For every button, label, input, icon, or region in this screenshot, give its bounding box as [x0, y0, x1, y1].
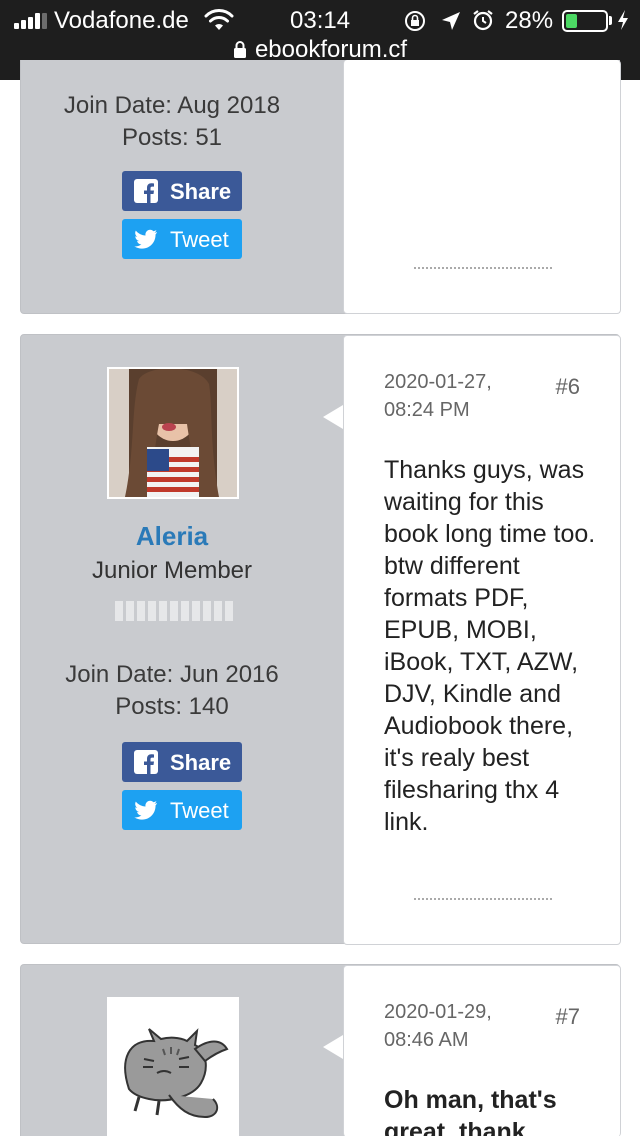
post-count: Posts: 51 [121, 124, 223, 151]
join-date: Join Date: Aug 2018 [63, 92, 281, 119]
facebook-icon [134, 179, 158, 203]
username-link[interactable]: Aleria [21, 521, 323, 552]
post-number-link[interactable]: #6 [556, 374, 580, 400]
facebook-share-button[interactable]: Share [122, 742, 242, 782]
user-avatar[interactable] [107, 367, 239, 499]
post-date: 2020-01-29, 08:46 AM [384, 998, 492, 1054]
post-date: 2020-01-27, 08:24 PM [384, 368, 492, 424]
battery-tip [609, 16, 612, 25]
battery-icon [562, 10, 608, 32]
wifi-icon [204, 9, 234, 30]
post-pointer-arrow [323, 1035, 343, 1059]
forum-post: 2020-01-29, 08:46 AM #7 Oh man, that's g… [20, 964, 621, 1136]
avatar-image [109, 999, 237, 1136]
share-label: Share [170, 179, 232, 204]
join-date: Join Date: Jun 2016 [65, 661, 279, 688]
post-date-time: 08:46 AM [384, 1029, 469, 1051]
signature-divider [414, 267, 552, 269]
avatar-image [109, 369, 237, 497]
forum-post: 2020-01-27, 08:24 PM #6 Thanks guys, was… [20, 334, 621, 945]
carrier-name: Vodafone.de [54, 7, 189, 34]
twitter-bird-icon [134, 800, 157, 820]
tweet-label: Tweet [170, 798, 229, 823]
post-content [343, 60, 621, 314]
clock-time: 03:14 [290, 7, 351, 34]
tweet-label: Tweet [170, 227, 229, 252]
post-message: Thanks guys, was waiting for this book l… [384, 456, 596, 836]
url-domain: ebookforum.cf [254, 36, 408, 63]
user-avatar[interactable] [107, 997, 239, 1136]
post-count: Posts: 140 [115, 693, 229, 720]
twitter-bird-icon [134, 229, 157, 249]
alarm-clock-icon [473, 10, 493, 31]
post-content: 2020-01-29, 08:46 AM #7 Oh man, that's g… [343, 965, 621, 1136]
rotation-lock-icon [405, 11, 425, 31]
post-date-day: 2020-01-27, [384, 371, 492, 393]
twitter-tweet-button[interactable]: Tweet [122, 790, 242, 830]
facebook-share-button[interactable]: Share [122, 171, 242, 211]
user-info: Join Date: Aug 2018 Posts: 51 [21, 90, 323, 154]
signature-divider [414, 898, 552, 900]
forum-post: Join Date: Aug 2018 Posts: 51 Share Twee… [20, 60, 621, 314]
twitter-tweet-button[interactable]: Tweet [122, 219, 242, 259]
location-arrow-icon [442, 12, 460, 30]
post-number-link[interactable]: #7 [556, 1004, 580, 1030]
signal-strength-icon [14, 13, 48, 29]
lock-icon [233, 41, 246, 58]
user-info: Join Date: Jun 2016 Posts: 140 [21, 659, 323, 723]
post-date-day: 2020-01-29, [384, 1001, 492, 1023]
charging-bolt-icon [618, 10, 628, 30]
post-date-time: 08:24 PM [384, 399, 470, 421]
post-content: 2020-01-27, 08:24 PM #6 Thanks guys, was… [343, 335, 621, 945]
reputation-bar [115, 601, 233, 621]
user-rank-title: Junior Member [91, 557, 253, 584]
battery-level-fill [566, 14, 577, 28]
battery-percentage: 28% [505, 7, 554, 34]
share-label: Share [170, 750, 232, 775]
post-message: Oh man, that's great, thank [384, 1086, 557, 1136]
post-pointer-arrow [323, 405, 343, 429]
facebook-icon [134, 750, 158, 774]
